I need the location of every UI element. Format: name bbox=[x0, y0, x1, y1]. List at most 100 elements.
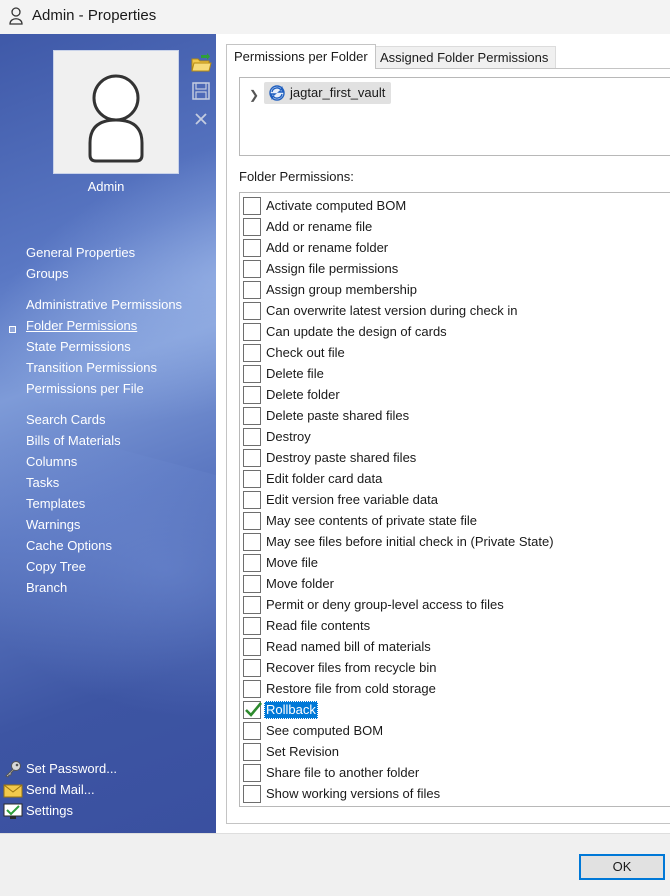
sidebar-item-permissions-per-file[interactable]: Permissions per File bbox=[26, 381, 144, 396]
settings-link[interactable]: Settings bbox=[26, 803, 73, 818]
sidebar-item-state-permissions[interactable]: State Permissions bbox=[26, 339, 131, 354]
sidebar-item-branch[interactable]: Branch bbox=[26, 580, 67, 595]
vault-tree: ❯ jagtar_first_vault bbox=[239, 77, 670, 156]
permission-item[interactable]: May see contents of private state file bbox=[243, 511, 670, 532]
permission-label: Activate computed BOM bbox=[266, 198, 407, 213]
permission-checkbox[interactable] bbox=[243, 680, 261, 698]
permission-checkbox[interactable] bbox=[243, 218, 261, 236]
permission-item[interactable]: Recover files from recycle bin bbox=[243, 658, 670, 679]
permission-checkbox[interactable] bbox=[243, 785, 261, 803]
sidebar-item-tasks[interactable]: Tasks bbox=[26, 475, 59, 490]
permission-checkbox[interactable] bbox=[243, 470, 261, 488]
permission-item[interactable]: Add or rename folder bbox=[243, 238, 670, 259]
permission-item[interactable]: Destroy bbox=[243, 427, 670, 448]
permission-checkbox[interactable] bbox=[243, 260, 261, 278]
permission-checkbox[interactable] bbox=[243, 344, 261, 362]
sidebar-item-folder-permissions[interactable]: Folder Permissions bbox=[26, 318, 137, 333]
permission-label: Show working versions of files bbox=[266, 786, 441, 801]
permission-item[interactable]: Assign file permissions bbox=[243, 259, 670, 280]
permission-item[interactable]: Set Revision bbox=[243, 742, 670, 763]
set-password-link[interactable]: Set Password... bbox=[26, 761, 117, 776]
permission-label: Check out file bbox=[266, 345, 345, 360]
sidebar-item-cache-options[interactable]: Cache Options bbox=[26, 538, 112, 553]
tab-permissions-per-folder[interactable]: Permissions per Folder bbox=[226, 44, 376, 69]
permission-checkbox[interactable] bbox=[243, 197, 261, 215]
sidebar-item-administrative-permissions[interactable]: Administrative Permissions bbox=[26, 297, 182, 312]
permission-checkbox[interactable] bbox=[243, 365, 261, 383]
permission-checkbox[interactable] bbox=[243, 302, 261, 320]
permission-checkbox[interactable] bbox=[243, 554, 261, 572]
permission-item[interactable]: Can update the design of cards bbox=[243, 322, 670, 343]
permission-checkbox[interactable] bbox=[243, 575, 261, 593]
permission-item[interactable]: Read named bill of materials bbox=[243, 637, 670, 658]
tree-node-vault[interactable]: jagtar_first_vault bbox=[264, 82, 392, 104]
permission-item[interactable]: Delete folder bbox=[243, 385, 670, 406]
permission-label: Share file to another folder bbox=[266, 765, 420, 780]
tree-node-label: jagtar_first_vault bbox=[290, 85, 386, 100]
permission-label: Delete file bbox=[266, 366, 324, 381]
permission-item[interactable]: Check out file bbox=[243, 343, 670, 364]
permission-item[interactable]: Activate computed BOM bbox=[243, 196, 670, 217]
permission-checkbox[interactable] bbox=[243, 512, 261, 530]
permission-checkbox-checked[interactable] bbox=[243, 701, 262, 719]
permission-checkbox[interactable] bbox=[243, 722, 261, 740]
permission-item[interactable]: Permit or deny group-level access to fil… bbox=[243, 595, 670, 616]
permission-item[interactable]: Move folder bbox=[243, 574, 670, 595]
permission-checkbox[interactable] bbox=[243, 449, 261, 467]
tab-assigned-folder-permissions[interactable]: Assigned Folder Permissions bbox=[372, 46, 557, 68]
permission-checkbox[interactable] bbox=[243, 659, 261, 677]
permission-label: Destroy bbox=[266, 429, 311, 444]
avatar[interactable] bbox=[53, 50, 179, 174]
sidebar-item-groups[interactable]: Groups bbox=[26, 266, 69, 281]
permission-item[interactable]: Share file to another folder bbox=[243, 763, 670, 784]
permission-item[interactable]: Can overwrite latest version during chec… bbox=[243, 301, 670, 322]
permission-checkbox[interactable] bbox=[243, 386, 261, 404]
permission-item[interactable]: Read file contents bbox=[243, 616, 670, 637]
permission-item-rollback[interactable]: Rollback bbox=[243, 700, 670, 721]
permission-label: Assign file permissions bbox=[266, 261, 399, 276]
permission-item[interactable]: Add or rename file bbox=[243, 217, 670, 238]
permission-item[interactable]: Assign group membership bbox=[243, 280, 670, 301]
permission-item[interactable]: Show working versions of files bbox=[243, 784, 670, 805]
permission-label: Move file bbox=[266, 555, 319, 570]
permission-label: Assign group membership bbox=[266, 282, 418, 297]
permission-checkbox[interactable] bbox=[243, 764, 261, 782]
permission-checkbox[interactable] bbox=[243, 533, 261, 551]
permission-label: Permit or deny group-level access to fil… bbox=[266, 597, 504, 612]
sidebar-item-templates[interactable]: Templates bbox=[26, 496, 85, 511]
permission-checkbox[interactable] bbox=[243, 743, 261, 761]
sidebar-item-copy-tree[interactable]: Copy Tree bbox=[26, 559, 86, 574]
permission-item[interactable]: Restore file from cold storage bbox=[243, 679, 670, 700]
permission-label: Add or rename file bbox=[266, 219, 373, 234]
permission-item[interactable]: May see files before initial check in (P… bbox=[243, 532, 670, 553]
sidebar-item-bills-of-materials[interactable]: Bills of Materials bbox=[26, 433, 121, 448]
permission-item[interactable]: Edit folder card data bbox=[243, 469, 670, 490]
user-icon bbox=[7, 6, 25, 29]
permission-checkbox[interactable] bbox=[243, 281, 261, 299]
permission-item[interactable]: Edit version free variable data bbox=[243, 490, 670, 511]
chevron-right-icon[interactable]: ❯ bbox=[249, 88, 259, 102]
send-mail-link[interactable]: Send Mail... bbox=[26, 782, 95, 797]
permission-checkbox[interactable] bbox=[243, 323, 261, 341]
sidebar-item-columns[interactable]: Columns bbox=[26, 454, 77, 469]
permission-checkbox[interactable] bbox=[243, 491, 261, 509]
sidebar-item-warnings[interactable]: Warnings bbox=[26, 517, 80, 532]
permission-checkbox[interactable] bbox=[243, 407, 261, 425]
permission-item[interactable]: Move file bbox=[243, 553, 670, 574]
permission-checkbox[interactable] bbox=[243, 596, 261, 614]
permission-checkbox[interactable] bbox=[243, 617, 261, 635]
permission-checkbox[interactable] bbox=[243, 239, 261, 257]
permission-item[interactable]: See computed BOM bbox=[243, 721, 670, 742]
sidebar-item-search-cards[interactable]: Search Cards bbox=[26, 412, 105, 427]
open-folder-icon[interactable] bbox=[190, 52, 212, 74]
sidebar-item-general-properties[interactable]: General Properties bbox=[26, 245, 135, 260]
sidebar-item-transition-permissions[interactable]: Transition Permissions bbox=[26, 360, 157, 375]
permission-label: May see contents of private state file bbox=[266, 513, 477, 528]
permission-item[interactable]: Destroy paste shared files bbox=[243, 448, 670, 469]
permission-checkbox[interactable] bbox=[243, 638, 261, 656]
permission-item[interactable]: Delete paste shared files bbox=[243, 406, 670, 427]
ok-button[interactable]: OK bbox=[579, 854, 665, 880]
active-nav-bullet bbox=[9, 326, 16, 333]
permission-checkbox[interactable] bbox=[243, 428, 261, 446]
permission-item[interactable]: Delete file bbox=[243, 364, 670, 385]
